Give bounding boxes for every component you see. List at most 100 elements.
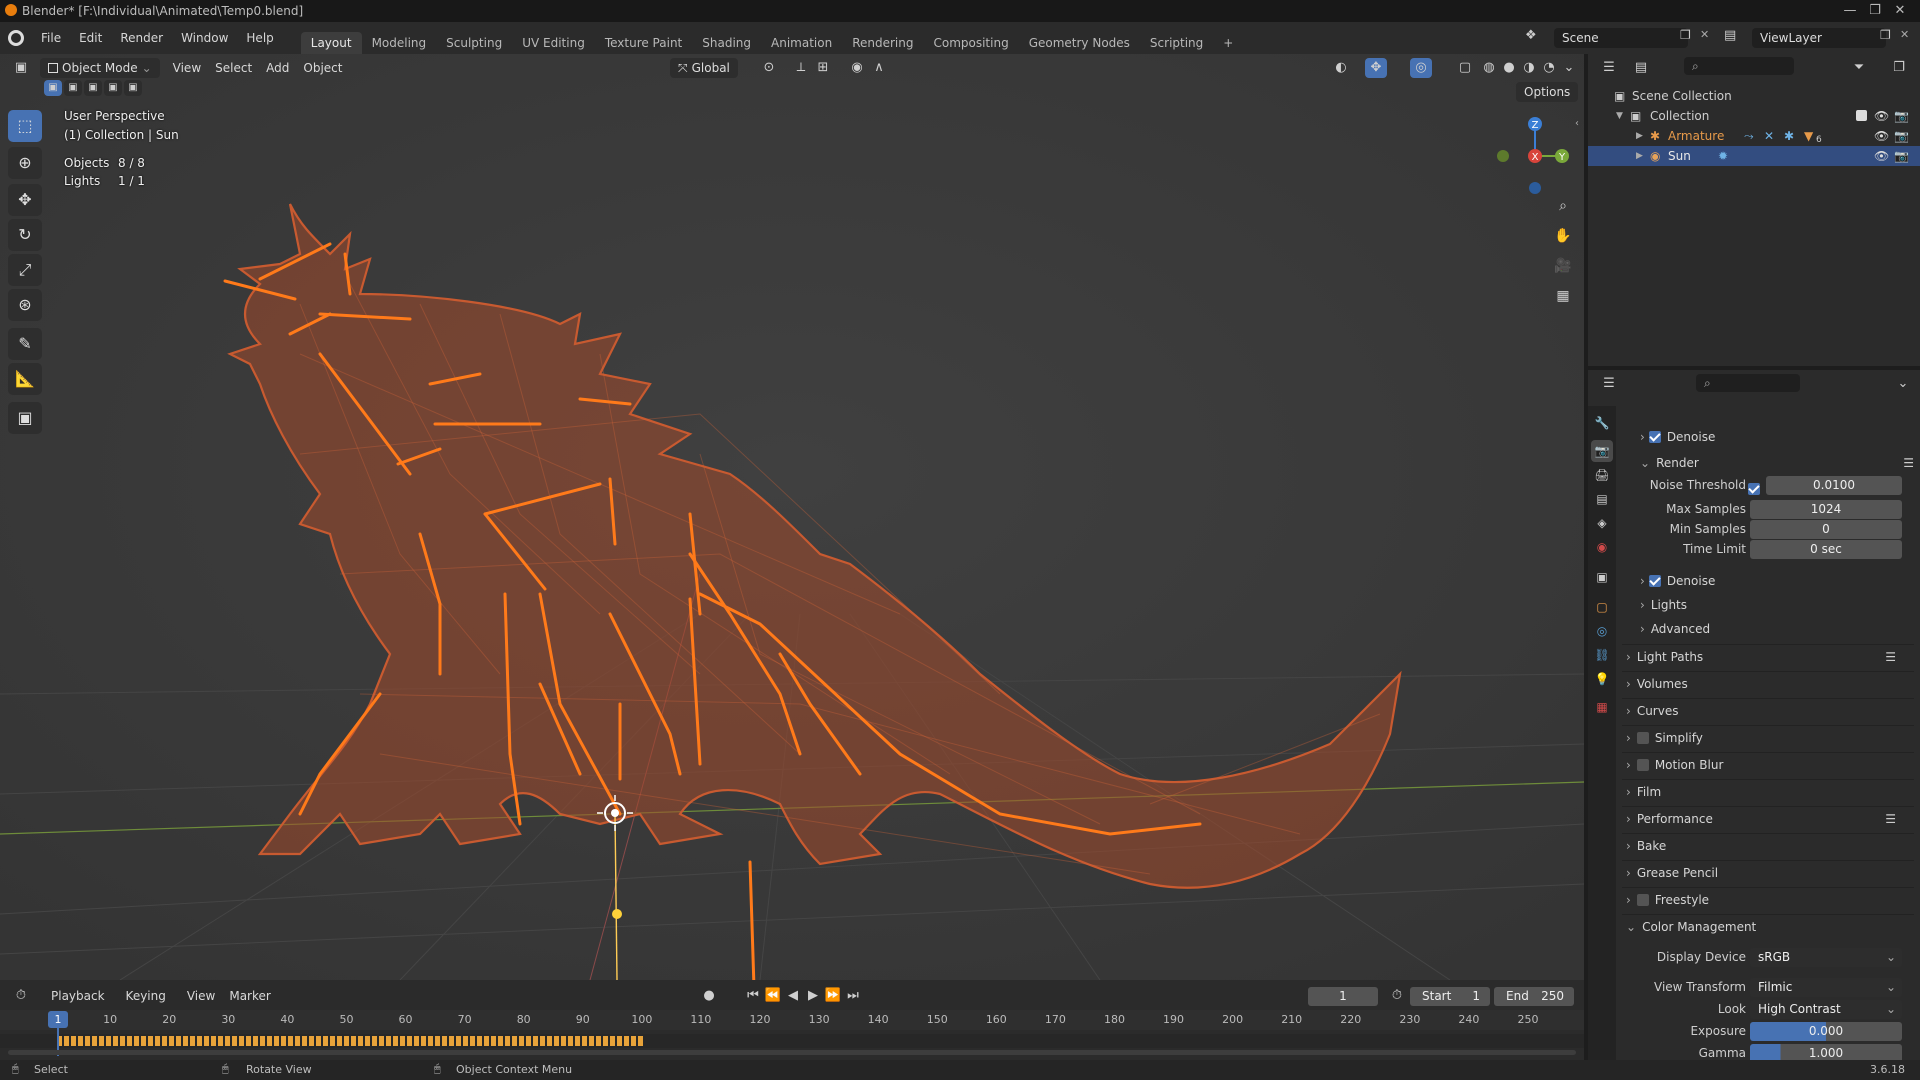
playhead[interactable]: 1	[48, 1011, 68, 1028]
denoise-checkbox[interactable]	[1648, 431, 1661, 443]
rotate-tool-icon[interactable]: ↻	[8, 219, 42, 251]
outliner-editor-icon[interactable]: ☰	[1598, 58, 1620, 78]
navigation-gizmo[interactable]: Z Y X	[1485, 110, 1575, 200]
visibility-icon[interactable]: ◐	[1330, 58, 1352, 78]
pin-icon[interactable]: ⌄	[1892, 374, 1914, 394]
viewlayer-selector[interactable]: ViewLayer	[1752, 28, 1886, 48]
output-tab-icon[interactable]: 🖨	[1591, 464, 1613, 486]
tab-sculpting[interactable]: Sculpting	[436, 32, 512, 54]
panel-bake[interactable]: › Bake	[1622, 833, 1914, 857]
view-layer-tab-icon[interactable]: ▤	[1591, 488, 1613, 510]
preset-list-icon[interactable]: ☰	[1885, 645, 1896, 669]
filter-icon[interactable]: ⏷	[1848, 58, 1870, 78]
new-collection-icon[interactable]: ❐	[1888, 58, 1910, 78]
render-subpanel-header[interactable]: ⌄ Render ☰	[1640, 452, 1920, 474]
tab-uv-editing[interactable]: UV Editing	[512, 32, 595, 54]
viewport-menu-object[interactable]: Object	[296, 58, 349, 78]
zoom-icon[interactable]: ⌕	[1552, 196, 1574, 216]
options-dropdown[interactable]: Options	[1516, 82, 1579, 102]
panel-light-paths[interactable]: › Light Paths ☰	[1622, 644, 1914, 668]
add-workspace-button[interactable]: +	[1213, 32, 1243, 54]
scale-tool-icon[interactable]: ⤢	[8, 254, 42, 286]
panel-grease-pencil[interactable]: › Grease Pencil	[1622, 860, 1914, 884]
xray-toggle-icon[interactable]: ▢	[1454, 58, 1476, 78]
timeline-menu-view[interactable]: View	[180, 986, 222, 1006]
tool-tab-icon[interactable]: 🔧	[1591, 412, 1613, 434]
delete-scene-icon[interactable]: ✕	[1700, 28, 1709, 41]
simplify-checkbox[interactable]	[1636, 732, 1649, 744]
pan-hand-icon[interactable]: ✋	[1552, 226, 1574, 246]
viewlayer-icon[interactable]: ▤	[1724, 28, 1736, 43]
select-invert-icon[interactable]: ▣	[104, 80, 122, 96]
eye-icon[interactable]: 👁	[1874, 126, 1889, 146]
play-reverse-icon[interactable]: ◀	[782, 986, 804, 1006]
tab-animation[interactable]: Animation	[761, 32, 842, 54]
select-intersect-icon[interactable]: ▣	[124, 80, 142, 96]
collapse-arrow-icon[interactable]: ⌄	[1640, 456, 1650, 470]
pivot-point-icon[interactable]: ⊙	[758, 58, 780, 78]
falloff-icon[interactable]: ∧	[868, 58, 890, 78]
3d-viewport[interactable]: ▣ Object Mode ⌄ View Select Add Object ⤧ Gl…	[0, 54, 1584, 980]
panel-curves[interactable]: › Curves	[1622, 698, 1914, 722]
exposure-slider[interactable]: 0.000	[1750, 1022, 1902, 1041]
new-scene-icon[interactable]: ❐	[1680, 28, 1691, 42]
outliner-collection[interactable]: ▼ ▣ Collection 👁 📷	[1588, 106, 1920, 126]
timeline-editor-icon[interactable]: ⏱	[10, 986, 32, 1006]
rendered-shading-icon[interactable]: ◔	[1538, 58, 1560, 78]
select-extend-icon[interactable]: ▣	[64, 80, 82, 96]
sidebar-toggle-icon[interactable]: ‹	[1575, 118, 1579, 129]
motion-blur-checkbox[interactable]	[1636, 759, 1649, 771]
noise-threshold-field[interactable]: 0.0100	[1766, 476, 1902, 495]
gamma-slider[interactable]: 1.000	[1750, 1044, 1902, 1060]
denoise-checkbox[interactable]	[1648, 575, 1661, 587]
add-cube-tool-icon[interactable]: ▣	[8, 402, 42, 434]
snap-icon[interactable]: ⟂	[790, 58, 812, 78]
panel-volumes[interactable]: › Volumes	[1622, 671, 1914, 695]
end-frame-field[interactable]: End 250	[1494, 987, 1574, 1006]
annotate-tool-icon[interactable]: ✎	[8, 328, 42, 360]
viewport-menu-view[interactable]: View	[166, 58, 208, 78]
panel-motion-blur[interactable]: › Motion Blur	[1622, 752, 1914, 776]
constraints-tab-icon[interactable]: ⛓	[1591, 644, 1613, 666]
expand-arrow-icon[interactable]: ›	[1640, 430, 1645, 444]
preset-list-icon[interactable]: ☰	[1903, 452, 1914, 474]
cursor-tool-icon[interactable]: ⊕	[8, 147, 42, 179]
close-button[interactable]: ✕	[1880, 0, 1920, 22]
play-icon[interactable]: ▶	[802, 986, 824, 1006]
panel-color-management[interactable]: ⌄ Color Management	[1622, 914, 1914, 938]
top-denoise-row[interactable]: › Denoise	[1640, 426, 1920, 448]
record-icon[interactable]: ●	[698, 986, 720, 1006]
min-samples-field[interactable]: 0	[1750, 520, 1902, 539]
current-frame-field[interactable]: 1	[1308, 987, 1378, 1006]
lights-subpanel[interactable]: › Lights	[1640, 594, 1920, 616]
properties-editor-icon[interactable]: ☰	[1598, 374, 1620, 394]
texture-tab-icon[interactable]: ▦	[1591, 696, 1613, 718]
viewport-menu-select[interactable]: Select	[208, 58, 259, 78]
panel-performance[interactable]: › Performance ☰	[1622, 806, 1914, 830]
display-device-select[interactable]: sRGB ⌄	[1750, 948, 1902, 967]
max-samples-field[interactable]: 1024	[1750, 500, 1902, 519]
select-box-tool-icon[interactable]: ⬚	[8, 110, 42, 142]
eye-icon[interactable]: 👁	[1874, 146, 1889, 166]
tab-layout[interactable]: Layout	[300, 32, 362, 54]
transform-orientation[interactable]: ⤧ Global	[670, 58, 738, 78]
scene-tab-icon[interactable]: ◈	[1591, 512, 1613, 534]
expand-arrow-icon[interactable]: ▶	[1636, 126, 1643, 146]
tab-rendering[interactable]: Rendering	[842, 32, 923, 54]
viewport-menu-add[interactable]: Add	[259, 58, 296, 78]
display-mode-icon[interactable]: ▤	[1630, 58, 1652, 78]
move-tool-icon[interactable]: ✥	[8, 184, 42, 216]
solid-shading-icon[interactable]: ●	[1498, 58, 1520, 78]
expand-arrow-icon[interactable]: ›	[1640, 574, 1645, 588]
look-select[interactable]: High Contrast ⌄	[1750, 1000, 1902, 1019]
blender-menu-icon[interactable]	[8, 30, 24, 46]
tab-modeling[interactable]: Modeling	[362, 32, 437, 54]
menu-file[interactable]: File	[32, 28, 70, 48]
camera-icon[interactable]: 📷	[1894, 126, 1909, 146]
prev-keyframe-icon[interactable]: ⏪	[762, 986, 784, 1006]
jump-end-icon[interactable]: ⏭	[842, 986, 864, 1006]
timeline-scrollbar[interactable]	[8, 1050, 1576, 1055]
expand-arrow-icon[interactable]: ▶	[1636, 146, 1643, 166]
new-viewlayer-icon[interactable]: ❐	[1880, 28, 1891, 42]
panel-freestyle[interactable]: › Freestyle	[1622, 887, 1914, 911]
